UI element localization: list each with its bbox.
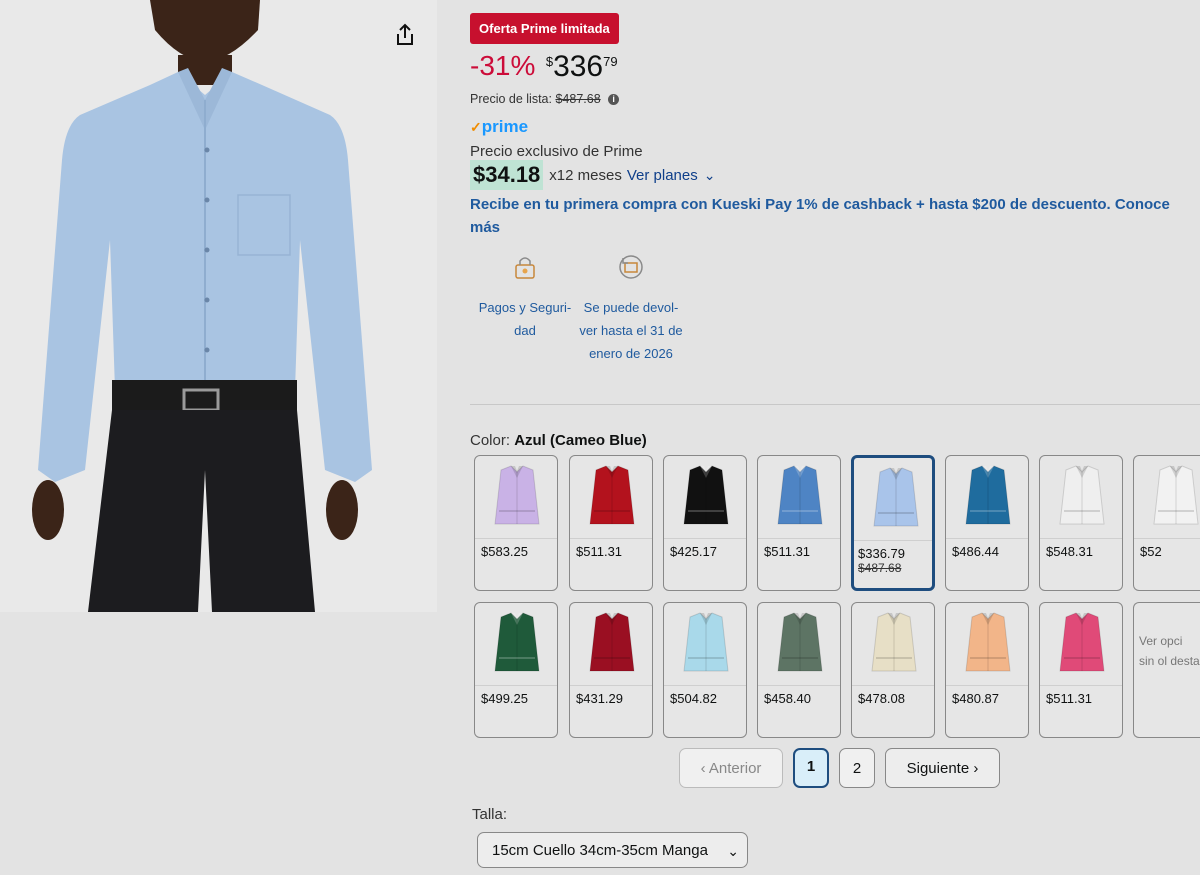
pagination-prev-label: Anterior	[708, 760, 762, 777]
swatch-price: $480.87	[952, 691, 999, 706]
swatch-image	[852, 603, 934, 686]
color-swatch[interactable]: $425.17	[663, 455, 747, 591]
swatch-image	[758, 603, 840, 686]
feature-returns[interactable]: Se puede devol-ver hasta el 31 de enero …	[576, 252, 686, 365]
swatch-price: $458.40	[764, 691, 811, 706]
installment-row: $34.18 x12 meses Ver planes ⌄	[470, 160, 715, 190]
swatch-image	[758, 456, 840, 539]
swatch-price: $511.31	[1046, 691, 1093, 706]
color-swatch[interactable]: $336.79 $487.68	[851, 455, 935, 591]
pagination-page-1[interactable]: 1	[793, 748, 829, 788]
price-fraction: 79	[603, 54, 618, 69]
color-swatch[interactable]: $499.25	[474, 602, 558, 738]
swatch-image	[570, 456, 652, 539]
prime-logo: ✓prime	[470, 117, 528, 137]
discount-percent: -31%	[470, 50, 536, 81]
price-whole: 336	[553, 50, 604, 83]
color-swatch[interactable]: $486.44	[945, 455, 1029, 591]
swatch-price: $486.44	[952, 544, 999, 559]
size-label: Talla:	[472, 806, 508, 823]
swatch-price: $478.08	[858, 691, 905, 706]
color-swatch[interactable]: $511.31	[569, 455, 653, 591]
installment-months: x12 meses	[549, 166, 622, 184]
swatch-price: $336.79	[858, 546, 905, 561]
more-options-text: Ver opci sin ol desta	[1139, 634, 1200, 668]
product-image[interactable]	[0, 0, 437, 612]
size-dropdown-value: 15cm Cuello 34cm-35cm Manga	[492, 842, 708, 859]
swatch-price: $583.25	[481, 544, 528, 559]
color-label-text: Color:	[470, 432, 511, 449]
pagination-next-button[interactable]: Siguiente ›	[885, 748, 1000, 788]
color-label: Color: Azul (Cameo Blue)	[470, 432, 647, 449]
swatch-price: $431.29	[576, 691, 623, 706]
swatch-price: $504.82	[670, 691, 717, 706]
chevron-down-icon: ⌄	[727, 843, 739, 859]
swatch-image	[1040, 603, 1122, 686]
view-plans-label: Ver planes	[626, 166, 698, 184]
swatch-image	[1040, 456, 1122, 539]
pagination-page-2[interactable]: 2	[839, 748, 875, 788]
kueski-promo-link[interactable]: Recibe en tu primera compra con Kueski P…	[470, 193, 1195, 239]
color-swatch[interactable]: $511.31	[1039, 602, 1123, 738]
price-currency: $	[545, 54, 554, 69]
feature-secure-payments[interactable]: Pagos y Seguri-dad	[470, 252, 580, 342]
list-price: Precio de lista: $487.68 i	[470, 92, 620, 106]
color-swatch[interactable]: $511.31	[757, 455, 841, 591]
swatch-price: $52	[1140, 544, 1162, 559]
share-icon[interactable]	[392, 22, 418, 48]
swatch-image	[1134, 456, 1200, 539]
price-block: -31% $33679	[470, 50, 618, 88]
info-icon[interactable]: i	[608, 94, 620, 106]
swatch-image	[664, 603, 746, 686]
prime-logo-text: prime	[481, 117, 529, 136]
lock-icon	[510, 252, 540, 282]
color-swatch[interactable]: $431.29	[569, 602, 653, 738]
size-dropdown[interactable]: 15cm Cuello 34cm-35cm Manga ⌄	[477, 832, 748, 868]
section-divider	[470, 404, 1200, 405]
product-photo	[0, 0, 437, 612]
selected-color-name: Azul (Cameo Blue)	[514, 432, 647, 449]
feature-label: Se puede devol-ver hasta el 31 de enero …	[579, 300, 683, 361]
color-swatch[interactable]: $583.25	[474, 455, 558, 591]
color-swatch[interactable]: $52	[1133, 455, 1200, 591]
swatch-price: $425.17	[670, 544, 717, 559]
view-plans-link[interactable]: Ver planes ⌄	[627, 167, 716, 184]
color-swatch[interactable]: $478.08	[851, 602, 935, 738]
swatch-image	[854, 458, 932, 541]
list-price-label: Precio de lista:	[470, 92, 552, 106]
color-swatch[interactable]: $480.87	[945, 602, 1029, 738]
list-price-value: $487.68	[555, 92, 601, 106]
color-swatch[interactable]: $458.40	[757, 602, 841, 738]
swatch-image	[570, 603, 652, 686]
color-swatch[interactable]: $504.82	[663, 602, 747, 738]
swatch-price: $548.31	[1046, 544, 1093, 559]
return-icon	[616, 252, 646, 282]
prime-check-icon: ✓	[470, 119, 482, 135]
swatch-price: $511.31	[576, 544, 623, 559]
swatch-price: $499.25	[481, 691, 528, 706]
more-options-tile[interactable]: Ver opci sin ol desta	[1133, 602, 1200, 738]
pagination-prev-button[interactable]: ‹ Anterior	[679, 748, 783, 788]
swatch-image	[475, 603, 557, 686]
chevron-down-icon: ⌄	[703, 166, 716, 183]
swatch-price: $511.31	[764, 544, 811, 559]
pagination-next-label: Siguiente	[906, 760, 970, 777]
swatch-image	[946, 603, 1028, 686]
swatch-old-price: $487.68	[858, 561, 902, 575]
color-swatch[interactable]: $548.31	[1039, 455, 1123, 591]
prime-exclusive-label: Precio exclusivo de Prime	[470, 143, 643, 160]
swatch-image	[664, 456, 746, 539]
deal-badge: Oferta Prime limitada	[470, 13, 619, 44]
swatch-image	[475, 456, 557, 539]
feature-label: Pagos y Seguri-dad	[478, 300, 572, 338]
swatch-image	[946, 456, 1028, 539]
installment-amount: $34.18	[470, 160, 544, 190]
